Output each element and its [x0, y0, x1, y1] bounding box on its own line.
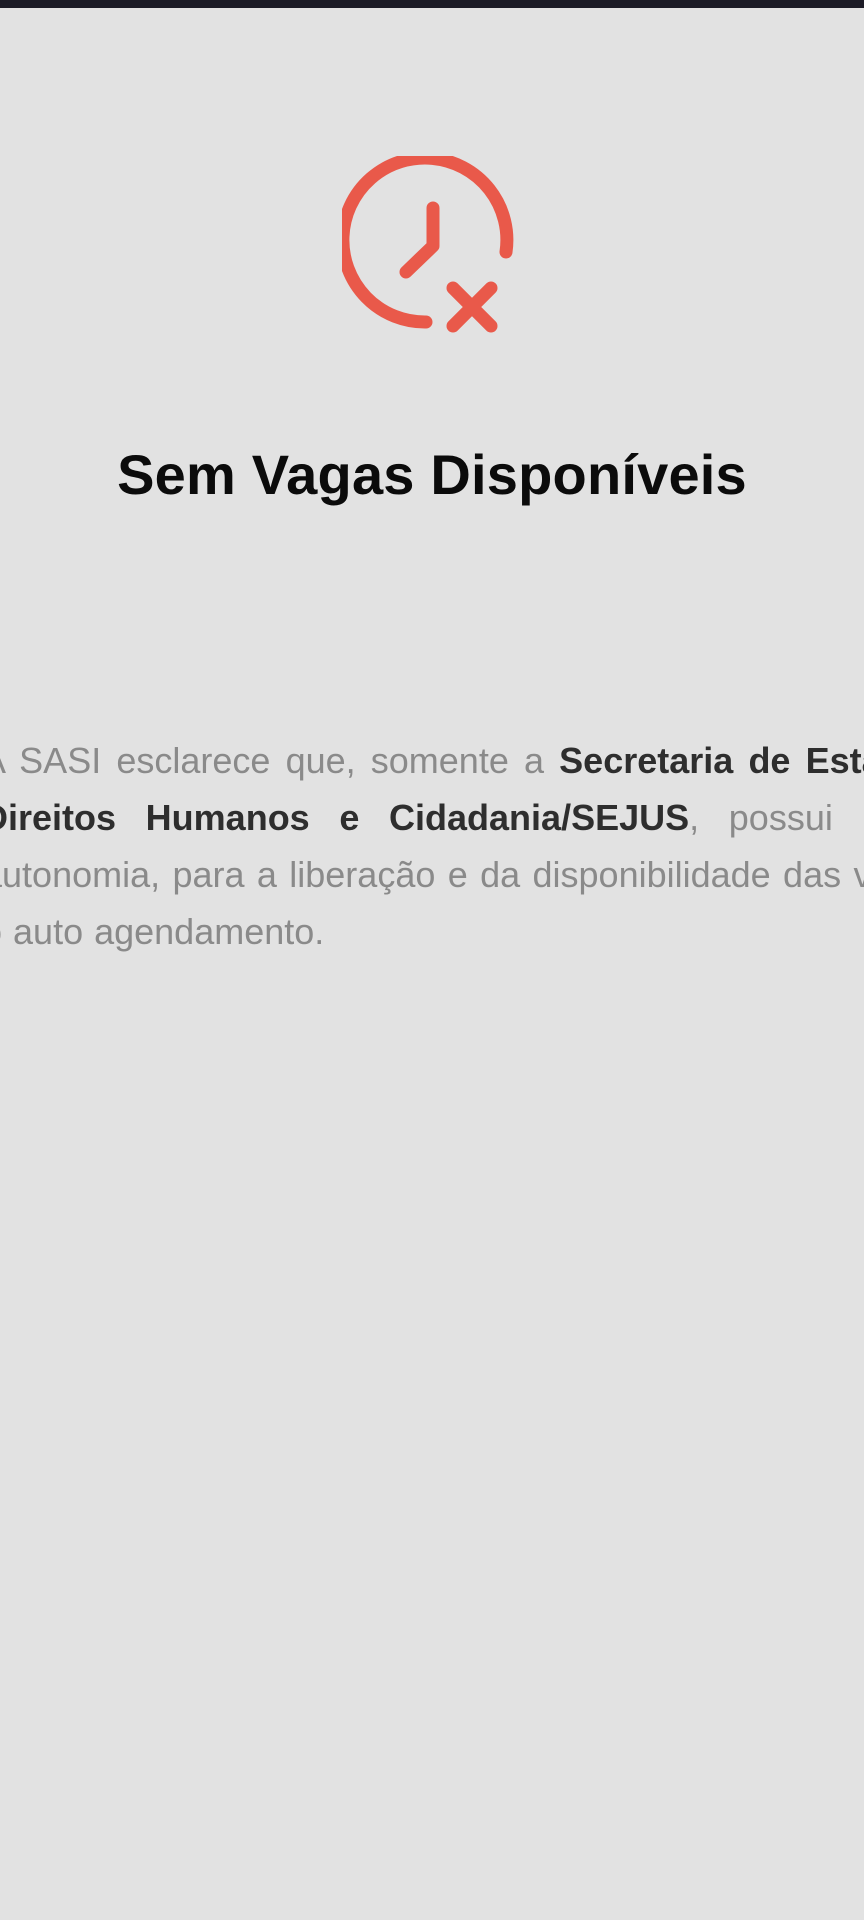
notice-text: A SASI esclarece que, somente a Secretar… — [0, 732, 864, 960]
notice-lead: A SASI esclarece que, somente a — [0, 740, 560, 781]
top-status-bar — [0, 0, 864, 8]
page-title: Sem Vagas Disponíveis — [117, 443, 747, 506]
clock-x-icon — [342, 156, 514, 333]
notice-container: A SASI esclarece que, somente a Secretar… — [0, 732, 864, 1032]
